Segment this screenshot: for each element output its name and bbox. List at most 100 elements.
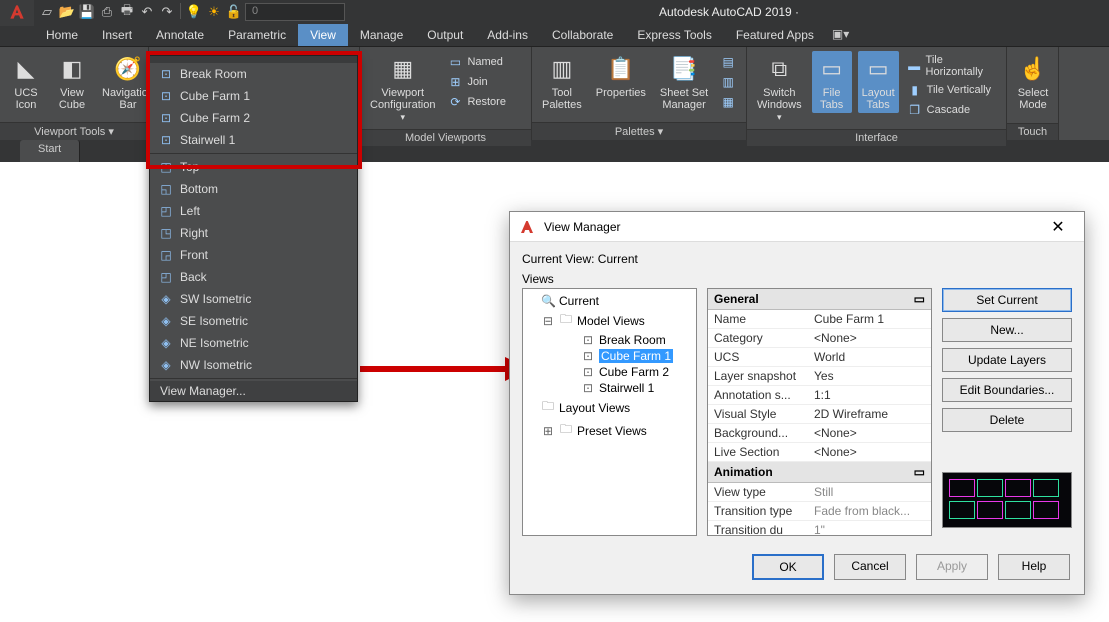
collapse-icon[interactable]: ▭ — [914, 465, 925, 479]
redo-icon[interactable]: ↷ — [158, 3, 176, 21]
view-sw-iso[interactable]: ◈SW Isometric — [150, 288, 357, 310]
view-cube-button[interactable]: ◧View Cube — [52, 51, 92, 113]
panel-title-viewport-tools[interactable]: Viewport Tools ▾ — [0, 122, 148, 140]
layout-tabs-button[interactable]: ▭Layout Tabs — [858, 51, 899, 113]
lightbulb-icon[interactable]: 💡 — [185, 3, 203, 21]
tab-view[interactable]: View — [298, 24, 348, 46]
tree-model-views[interactable]: ⊟🗀Model Views — [527, 309, 692, 332]
apply-button[interactable]: Apply — [916, 554, 988, 580]
prop-transition-type[interactable]: Transition typeFade from black... — [708, 502, 931, 521]
tree-cube-farm-1[interactable]: ⊡Cube Farm 1 — [527, 348, 692, 364]
tab-home[interactable]: Home — [34, 24, 90, 46]
tab-start[interactable]: Start — [20, 140, 80, 162]
new-icon[interactable]: ▱ — [38, 3, 56, 21]
prop-layer-snapshot[interactable]: Layer snapshotYes — [708, 367, 931, 386]
prop-category[interactable]: Category<None> — [708, 329, 931, 348]
view-cube-farm-1[interactable]: ⊡Cube Farm 1 — [150, 85, 357, 107]
section-general[interactable]: General▭ — [708, 289, 931, 310]
tab-output[interactable]: Output — [415, 24, 475, 46]
tab-addins[interactable]: Add-ins — [475, 24, 540, 46]
named-button[interactable]: ▭Named — [445, 53, 508, 71]
view-bottom[interactable]: ◱Bottom — [150, 178, 357, 200]
tab-collaborate[interactable]: Collaborate — [540, 24, 625, 46]
tab-expand-icon[interactable]: ▣▾ — [826, 24, 855, 46]
collapse-icon[interactable]: ▭ — [914, 292, 925, 306]
tree-preset-views[interactable]: ⊞🗀Preset Views — [527, 419, 692, 442]
section-animation[interactable]: Animation▭ — [708, 462, 931, 483]
help-button[interactable]: Help — [998, 554, 1070, 580]
pal-extra1[interactable]: ▤ — [718, 53, 738, 71]
view-right[interactable]: ◳Right — [150, 222, 357, 244]
tool-palettes-button[interactable]: ▥Tool Palettes — [538, 51, 586, 113]
view-back[interactable]: ◰Back — [150, 266, 357, 288]
update-layers-button[interactable]: Update Layers — [942, 348, 1072, 372]
tree-current[interactable]: 🔍Current — [527, 293, 692, 309]
view-nw-iso[interactable]: ◈NW Isometric — [150, 354, 357, 376]
file-tabs-button[interactable]: ▭File Tabs — [812, 51, 852, 113]
switch-windows-button[interactable]: ⧉Switch Windows▾ — [753, 51, 806, 125]
tree-break-room[interactable]: ⊡Break Room — [527, 332, 692, 348]
view-top[interactable]: ◰Top — [150, 156, 357, 178]
delete-button[interactable]: Delete — [942, 408, 1072, 432]
tile-v-button[interactable]: ▮Tile Vertically — [905, 81, 1000, 99]
tab-insert[interactable]: Insert — [90, 24, 144, 46]
views-tree[interactable]: 🔍Current ⊟🗀Model Views ⊡Break Room ⊡Cube… — [522, 288, 697, 536]
prop-background[interactable]: Background...<None> — [708, 424, 931, 443]
panel-title-palettes[interactable]: Palettes ▾ — [532, 122, 746, 140]
lock-icon[interactable]: 🔓 — [225, 3, 243, 21]
view-se-iso[interactable]: ◈SE Isometric — [150, 310, 357, 332]
select-mode-button[interactable]: ☝Select Mode — [1013, 51, 1053, 113]
tab-annotate[interactable]: Annotate — [144, 24, 216, 46]
prop-visual-style[interactable]: Visual Style2D Wireframe — [708, 405, 931, 424]
prop-name[interactable]: NameCube Farm 1 — [708, 310, 931, 329]
view-ne-iso[interactable]: ◈NE Isometric — [150, 332, 357, 354]
new-button[interactable]: New... — [942, 318, 1072, 342]
saveas-icon[interactable]: ⎙ — [98, 3, 116, 21]
cancel-button[interactable]: Cancel — [834, 554, 906, 580]
close-icon[interactable]: ✕ — [1040, 217, 1076, 237]
tree-cube-farm-2[interactable]: ⊡Cube Farm 2 — [527, 364, 692, 380]
sun-icon[interactable]: ☀ — [205, 3, 223, 21]
set-current-button[interactable]: Set Current — [942, 288, 1072, 312]
tree-stairwell-1[interactable]: ⊡Stairwell 1 — [527, 380, 692, 396]
join-button[interactable]: ⊞Join — [445, 73, 508, 91]
prop-ucs[interactable]: UCSWorld — [708, 348, 931, 367]
pal-extra3[interactable]: ▦ — [718, 93, 738, 111]
tree-layout-views[interactable]: 🗀Layout Views — [527, 396, 692, 419]
tile-h-button[interactable]: ▬Tile Horizontally — [905, 53, 1000, 79]
minus-icon: ⊟ — [541, 314, 555, 328]
prop-view-type[interactable]: View typeStill — [708, 483, 931, 502]
pal-extra2[interactable]: ▥ — [718, 73, 738, 91]
prop-transition-duration[interactable]: Transition du1" — [708, 521, 931, 536]
cascade-button[interactable]: ❐Cascade — [905, 101, 1000, 119]
view-stairwell-1[interactable]: ⊡Stairwell 1 — [150, 129, 357, 151]
viewport-config-button[interactable]: ▦Viewport Configuration▾ — [366, 51, 439, 125]
edit-boundaries-button[interactable]: Edit Boundaries... — [942, 378, 1072, 402]
view-cube-farm-2[interactable]: ⊡Cube Farm 2 — [150, 107, 357, 129]
title-bar: ▱ 📂 💾 ⎙ 🖶 ↶ ↷ 💡 ☀ 🔓 0 Autodesk AutoCAD 2… — [0, 0, 1109, 24]
layer-dropdown[interactable]: 0 — [245, 3, 345, 21]
view-manager-item[interactable]: View Manager... — [150, 381, 357, 401]
prop-annotation-scale[interactable]: Annotation s...1:1 — [708, 386, 931, 405]
tab-manage[interactable]: Manage — [348, 24, 415, 46]
sheetset-button[interactable]: 📑Sheet Set Manager — [656, 51, 712, 113]
undo-icon[interactable]: ↶ — [138, 3, 156, 21]
ucs-icon-button[interactable]: ◣UCS Icon — [6, 51, 46, 113]
properties-button[interactable]: 📋Properties — [592, 51, 650, 101]
tab-parametric[interactable]: Parametric — [216, 24, 298, 46]
tab-featured[interactable]: Featured Apps — [724, 24, 826, 46]
ok-button[interactable]: OK — [752, 554, 824, 580]
open-icon[interactable]: 📂 — [58, 3, 76, 21]
tab-express[interactable]: Express Tools — [625, 24, 723, 46]
view-front[interactable]: ◲Front — [150, 244, 357, 266]
pal-icon3: ▦ — [720, 94, 736, 110]
properties-icon: 📋 — [605, 53, 637, 85]
app-logo[interactable] — [0, 0, 34, 26]
save-icon[interactable]: 💾 — [78, 3, 96, 21]
prop-live-section[interactable]: Live Section<None> — [708, 443, 931, 462]
folder-icon: 🗀 — [541, 397, 555, 418]
view-left[interactable]: ◰Left — [150, 200, 357, 222]
plot-icon[interactable]: 🖶 — [118, 3, 136, 21]
restore-button[interactable]: ⟳Restore — [445, 93, 508, 111]
view-break-room[interactable]: ⊡Break Room — [150, 63, 357, 85]
